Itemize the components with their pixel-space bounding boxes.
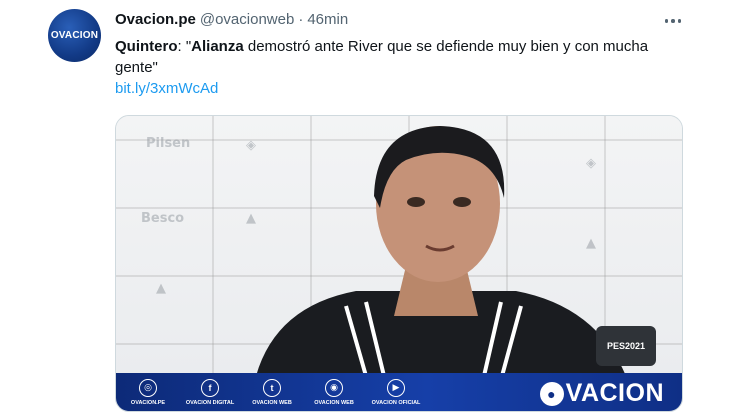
social-label: OVACION WEB <box>314 399 354 406</box>
sponsor-logo: Besco <box>141 211 185 226</box>
ovacion-banner: ◎ OVACION.PE f OVACION DIGITAL t OVACION… <box>116 373 682 411</box>
ovacion-brand-logo: ● VACION <box>539 379 664 408</box>
social-item: ◎ OVACION.PE <box>128 378 168 406</box>
more-options-icon[interactable] <box>658 12 688 30</box>
social-item: t OVACION WEB <box>252 378 292 406</box>
ovacion-mark-icon: ● <box>539 381 564 406</box>
social-item: ◉ OVACION WEB <box>314 378 354 406</box>
avatar-logo: OVACION <box>50 30 99 41</box>
adidas-logo: ▲ <box>156 281 166 296</box>
tweet-text: Quintero: "Alianza demostró ante River q… <box>115 36 675 78</box>
tweet-text-bold: Alianza <box>191 38 244 55</box>
sponsor-logo: Pilsen <box>146 136 191 151</box>
social-label: OVACION OFICIAL <box>371 399 421 406</box>
social-label: OVACION WEB <box>252 399 292 406</box>
social-label: OVACION.PE <box>130 399 166 406</box>
tweet-header: Ovacion.pe @ovacionweb · 46min <box>115 11 348 28</box>
twitter-icon: t <box>263 378 281 397</box>
coach-photo <box>256 126 626 376</box>
tweet-media-image[interactable]: Pilsen ◈ Besco ▲ ▲ ◈ ▲ PES2021 ◎ OVACION… <box>115 115 683 412</box>
tweet-link[interactable]: bit.ly/3xmWcAd <box>115 80 218 97</box>
facebook-icon: f <box>201 378 219 397</box>
separator-dot: · <box>298 11 304 28</box>
social-links: ◎ OVACION.PE f OVACION DIGITAL t OVACION… <box>128 378 420 406</box>
social-item: ▶ OVACION OFICIAL <box>372 378 420 406</box>
microphone-badge: PES2021 <box>596 326 656 366</box>
display-name[interactable]: Ovacion.pe <box>115 11 196 28</box>
web-icon: ◎ <box>139 378 157 397</box>
social-label: OVACION DIGITAL <box>185 399 235 406</box>
social-item: f OVACION DIGITAL <box>186 378 234 406</box>
tweet-card[interactable]: OVACION Ovacion.pe @ovacionweb · 46min Q… <box>40 0 700 416</box>
youtube-icon: ▶ <box>387 378 405 397</box>
avatar[interactable]: OVACION <box>48 9 101 62</box>
tweet-text-colon: : " <box>177 38 192 55</box>
instagram-icon: ◉ <box>325 378 343 397</box>
user-handle[interactable]: @ovacionweb <box>200 11 294 28</box>
brand-text: VACION <box>565 379 664 407</box>
tweet-time[interactable]: 46min <box>307 11 348 28</box>
tweet-text-name: Quintero <box>115 38 178 55</box>
